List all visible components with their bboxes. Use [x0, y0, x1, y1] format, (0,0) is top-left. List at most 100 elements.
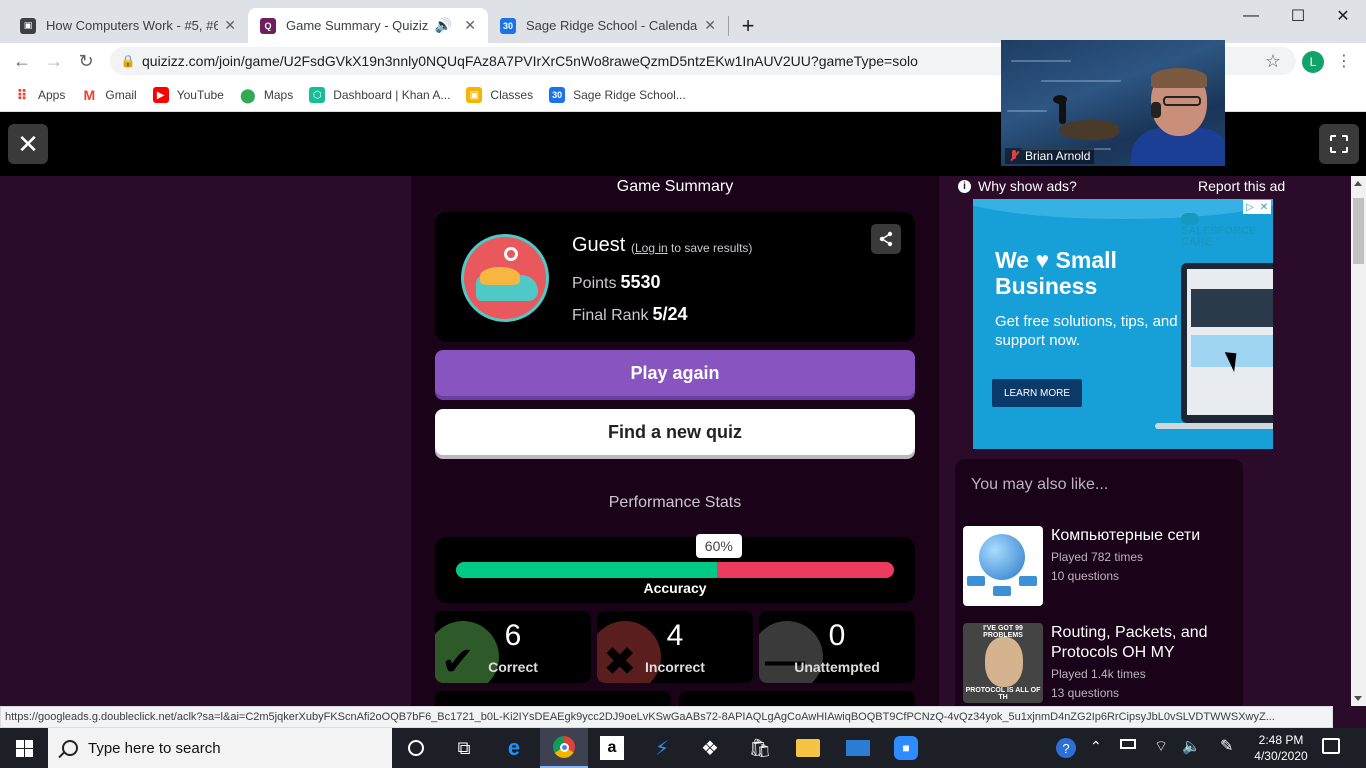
browser-menu-icon[interactable]: ⋮ [1336, 51, 1352, 71]
game-summary-column: Game Summary Guest (Log in to save resul… [411, 176, 939, 706]
bookmark-label: YouTube [176, 88, 224, 102]
tab-game-summary[interactable]: Q Game Summary - Quizizz 🔊 ✕ [248, 8, 488, 43]
player-name: Guest [572, 234, 626, 256]
battery-icon[interactable] [1120, 739, 1136, 749]
performance-stats-title: Performance Stats [608, 494, 742, 511]
search-icon [62, 740, 78, 756]
mail-button[interactable] [834, 728, 882, 768]
amazon-button[interactable]: a [588, 728, 636, 768]
bookmark-apps[interactable]: ⠿ Apps [14, 87, 66, 103]
volume-icon[interactable]: 🔈 [1182, 737, 1201, 755]
maximize-button[interactable]: ☐ [1275, 4, 1321, 28]
recommendation-item[interactable]: I'VE GOT 99 PROBLEMS PROTOCOL IS ALL OF … [963, 623, 1235, 705]
task-view-button[interactable]: ⧉ [440, 728, 488, 768]
close-window-button[interactable]: ✕ [1320, 4, 1366, 28]
rank-row: Final Rank 5/24 [572, 304, 688, 325]
accuracy-label: Accuracy [643, 580, 707, 596]
bookmark-classes[interactable]: ▣ Classes [466, 87, 533, 103]
tab-how-computers-work[interactable]: ▣ How Computers Work - #5, #6 ✕ [8, 8, 248, 43]
video-call-overlay[interactable]: Brian Arnold [1001, 40, 1225, 166]
lightning-app-button[interactable]: ⚡ [638, 728, 686, 768]
pen-icon[interactable]: ✎ [1220, 736, 1233, 756]
search-placeholder: Type here to search [88, 739, 221, 757]
ad-top-band [973, 199, 1273, 219]
zoom-button[interactable]: ■ [882, 728, 930, 768]
bookmark-gmail[interactable]: M Gmail [81, 87, 137, 103]
find-new-quiz-button[interactable]: Find a new quiz [435, 409, 915, 455]
rank-label: Final Rank [572, 307, 649, 324]
clock-date: 4/30/2020 [1254, 749, 1308, 763]
bookmark-youtube[interactable]: ▶ YouTube [152, 87, 224, 103]
recommendation-item[interactable]: Компьютерные сети Played 782 times 10 qu… [963, 526, 1235, 608]
calendar-icon: 30 [549, 87, 566, 103]
share-button[interactable] [871, 224, 901, 254]
login-note: (Log in to save results) [631, 241, 752, 255]
close-tab-icon[interactable]: ✕ [464, 17, 476, 34]
learn-more-button[interactable]: LEARN MORE [992, 379, 1082, 407]
adchoices-icon: ▷ [1243, 200, 1257, 214]
cortana-button[interactable] [392, 728, 440, 768]
system-clock[interactable]: 2:48 PM 4/30/2020 [1246, 732, 1316, 764]
bookmark-sage-ridge[interactable]: 30 Sage Ridge School... [549, 87, 686, 103]
recommendation-plays: Played 782 times [1051, 550, 1144, 564]
scroll-down-arrow-icon[interactable] [1354, 696, 1362, 701]
accuracy-bar-fill [456, 562, 717, 578]
sneaker-shape [480, 267, 520, 285]
edge-button[interactable]: e [490, 728, 538, 768]
points-label: Points [572, 275, 617, 292]
close-tab-icon[interactable]: ✕ [704, 17, 716, 34]
start-button[interactable] [0, 728, 48, 768]
login-link[interactable]: Log in [635, 241, 668, 255]
incorrect-label: Incorrect [645, 659, 705, 675]
water-ripple [1041, 80, 1121, 82]
fullscreen-button[interactable] [1319, 124, 1359, 164]
new-tab-button[interactable]: + [730, 8, 766, 43]
notifications-icon[interactable] [1322, 738, 1340, 754]
why-show-ads-link[interactable]: i Why show ads? [958, 178, 1077, 194]
adchoices-badge[interactable]: ▷ ✕ [1243, 200, 1271, 214]
participant-caption: Brian Arnold [1005, 148, 1095, 164]
water-ripple [1011, 60, 1071, 62]
recommendation-title: Routing, Packets, and Protocols OH MY [1051, 624, 1208, 661]
close-tab-icon[interactable]: ✕ [224, 17, 236, 34]
dropbox-button[interactable]: ❖ [686, 728, 734, 768]
lock-icon: 🔒 [120, 54, 136, 68]
store-button[interactable]: 🛍 [736, 728, 784, 768]
play-again-button[interactable]: Play again [435, 350, 915, 396]
chevron-up-icon[interactable]: ⌃ [1090, 738, 1102, 755]
tab-separator [728, 16, 729, 36]
tab-sage-ridge-calendar[interactable]: 30 Sage Ridge School - Calendar - V ✕ [488, 8, 728, 43]
page-scrollbar[interactable] [1351, 176, 1366, 706]
bookmark-label: Dashboard | Khan A... [333, 88, 451, 102]
reload-icon[interactable]: ↻ [74, 49, 98, 73]
file-explorer-button[interactable] [784, 728, 832, 768]
salesforce-ad[interactable]: ▷ ✕ SALESFORCE CARE We ♥ Small Business … [973, 199, 1273, 449]
participant-name: Brian Arnold [1025, 149, 1091, 163]
minimize-button[interactable]: — [1228, 4, 1274, 28]
report-ad-link[interactable]: Report this ad [1198, 178, 1285, 194]
ad-close-icon[interactable]: ✕ [1257, 200, 1271, 214]
help-icon[interactable]: ? [1056, 738, 1076, 758]
bookmark-star-icon[interactable]: ☆ [1261, 49, 1285, 73]
wifi-icon[interactable]: ⌔ [1154, 737, 1168, 756]
close-quiz-button[interactable]: ✕ [8, 124, 48, 164]
bookmark-label: Classes [490, 88, 534, 102]
forward-arrow-icon[interactable]: → [42, 49, 66, 73]
back-arrow-icon[interactable]: ← [10, 49, 34, 73]
chrome-button[interactable] [540, 728, 588, 768]
player-card: Guest (Log in to save results) Points 553… [435, 212, 915, 342]
accuracy-bar [456, 562, 894, 578]
bookmark-label: Maps [263, 88, 294, 102]
profile-avatar[interactable]: L [1302, 51, 1324, 73]
tab-title: Sage Ridge School - Calendar - V [526, 18, 699, 33]
bookmark-khan-dashboard[interactable]: ⬡ Dashboard | Khan A... [309, 87, 450, 103]
laptop-base [1155, 423, 1273, 429]
taskbar-search-box[interactable]: Type here to search [48, 728, 392, 768]
ad-subtext: Get free solutions, tips, and support no… [995, 313, 1178, 349]
windows-logo-icon [15, 739, 33, 757]
scroll-up-arrow-icon[interactable] [1354, 181, 1362, 186]
computer-shape [993, 586, 1011, 596]
scrollbar-thumb[interactable] [1353, 198, 1364, 264]
bookmark-maps[interactable]: ⬤ Maps [240, 87, 293, 103]
speaker-icon[interactable]: 🔊 [435, 17, 452, 34]
